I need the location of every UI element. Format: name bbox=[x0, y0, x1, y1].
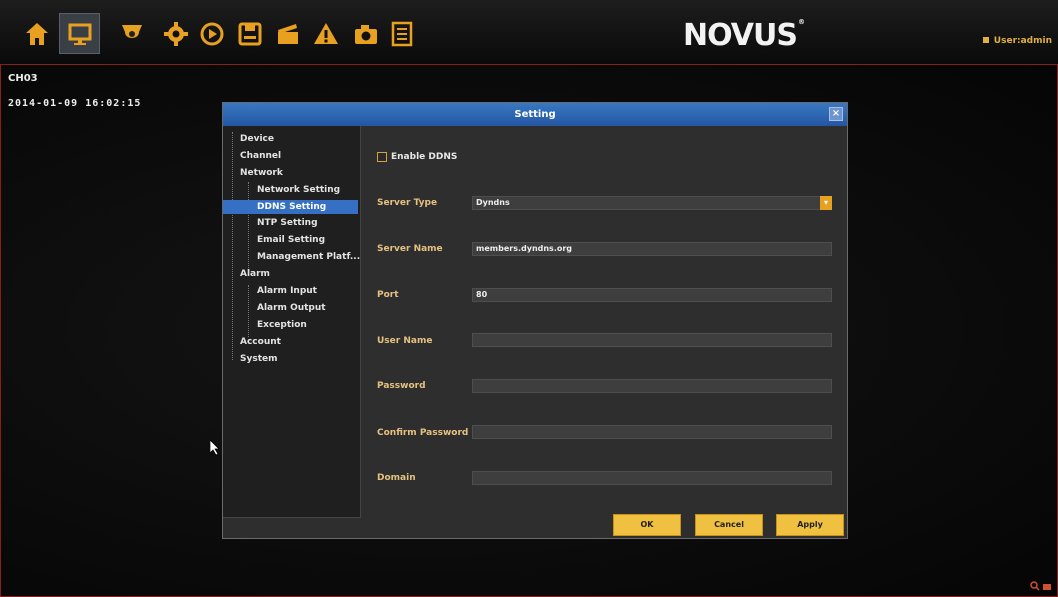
domain-field[interactable] bbox=[472, 471, 832, 485]
enable-ddns-checkbox[interactable]: Enable DDNS bbox=[377, 152, 457, 162]
user-name-field[interactable] bbox=[472, 333, 832, 347]
ok-button[interactable]: OK bbox=[613, 514, 681, 536]
tree-item-system[interactable]: System bbox=[240, 354, 278, 364]
port-label: Port bbox=[377, 290, 399, 300]
tree-item-channel[interactable]: Channel bbox=[240, 151, 281, 161]
save-icon[interactable] bbox=[229, 13, 270, 54]
tree-connector bbox=[248, 182, 249, 268]
confirm-password-label: Confirm Password bbox=[377, 428, 469, 438]
tree-item-ntp-setting[interactable]: NTP Setting bbox=[257, 218, 318, 228]
home-icon[interactable] bbox=[16, 13, 57, 54]
gear-icon[interactable] bbox=[155, 13, 196, 54]
zoom-icon[interactable] bbox=[1030, 581, 1052, 594]
tree-connector bbox=[232, 132, 233, 360]
tree-connector bbox=[248, 285, 249, 337]
checkbox-box[interactable] bbox=[377, 152, 387, 162]
chevron-down-icon[interactable]: ▾ bbox=[820, 196, 832, 210]
confirm-password-field[interactable] bbox=[472, 425, 832, 439]
user-name-label: User Name bbox=[377, 336, 433, 346]
warning-icon[interactable] bbox=[305, 13, 346, 54]
cancel-button[interactable]: Cancel bbox=[695, 514, 763, 536]
tree-item-email-setting[interactable]: Email Setting bbox=[257, 235, 325, 245]
tree-item-account[interactable]: Account bbox=[240, 337, 281, 347]
channel-label: CH03 bbox=[8, 73, 38, 84]
close-icon[interactable]: × bbox=[829, 107, 843, 121]
clapper-icon[interactable] bbox=[267, 13, 308, 54]
domain-label: Domain bbox=[377, 473, 416, 483]
mouse-pointer-icon bbox=[209, 439, 220, 460]
user-icon bbox=[982, 37, 989, 43]
server-name-field[interactable]: members.dyndns.org bbox=[472, 242, 832, 256]
settings-tree: Device Channel Network Network Setting D… bbox=[223, 126, 361, 518]
user-label: User:admin bbox=[993, 36, 1052, 46]
apply-button[interactable]: Apply bbox=[776, 514, 844, 536]
tree-item-network-setting[interactable]: Network Setting bbox=[257, 185, 340, 195]
server-type-label: Server Type bbox=[377, 198, 438, 208]
brand-logo: NOVUS® bbox=[683, 18, 805, 53]
server-type-select[interactable]: Dyndns ▾ bbox=[472, 196, 832, 210]
user-indicator: User:admin bbox=[982, 36, 1052, 46]
tree-item-alarm[interactable]: Alarm bbox=[240, 269, 270, 279]
password-label: Password bbox=[377, 381, 426, 391]
ddns-form: Enable DDNS Server Type Dyndns ▾ Server … bbox=[362, 126, 847, 518]
playback-icon[interactable] bbox=[191, 13, 232, 54]
tree-item-network[interactable]: Network bbox=[240, 168, 283, 178]
log-icon[interactable] bbox=[381, 13, 422, 54]
server-name-label: Server Name bbox=[377, 244, 443, 254]
password-field[interactable] bbox=[472, 379, 832, 393]
logo-registered-mark: ® bbox=[798, 18, 805, 26]
tree-item-exception[interactable]: Exception bbox=[257, 320, 307, 330]
tree-item-ddns-setting[interactable]: DDNS Setting bbox=[223, 200, 358, 214]
logo-text: NOVUS bbox=[683, 18, 798, 53]
tree-item-alarm-output[interactable]: Alarm Output bbox=[257, 303, 326, 313]
top-toolbar: NOVUS® User:admin bbox=[0, 0, 1058, 64]
snapshot-icon[interactable] bbox=[345, 13, 386, 54]
camera-icon[interactable] bbox=[111, 13, 152, 54]
dialog-title-bar: Setting × bbox=[223, 103, 847, 126]
setting-dialog: Setting × Device Channel Network Network… bbox=[222, 102, 848, 539]
dialog-title: Setting bbox=[514, 109, 556, 120]
timestamp: 2014-01-09 16:02:15 bbox=[8, 98, 142, 109]
enable-ddns-label: Enable DDNS bbox=[391, 152, 458, 162]
port-field[interactable]: 80 bbox=[472, 288, 832, 302]
tree-item-device[interactable]: Device bbox=[240, 134, 274, 144]
monitor-icon[interactable] bbox=[59, 13, 100, 54]
tree-item-alarm-input[interactable]: Alarm Input bbox=[257, 286, 317, 296]
tree-item-management-platform[interactable]: Management Platf... bbox=[257, 252, 360, 262]
server-type-value: Dyndns bbox=[476, 198, 510, 207]
